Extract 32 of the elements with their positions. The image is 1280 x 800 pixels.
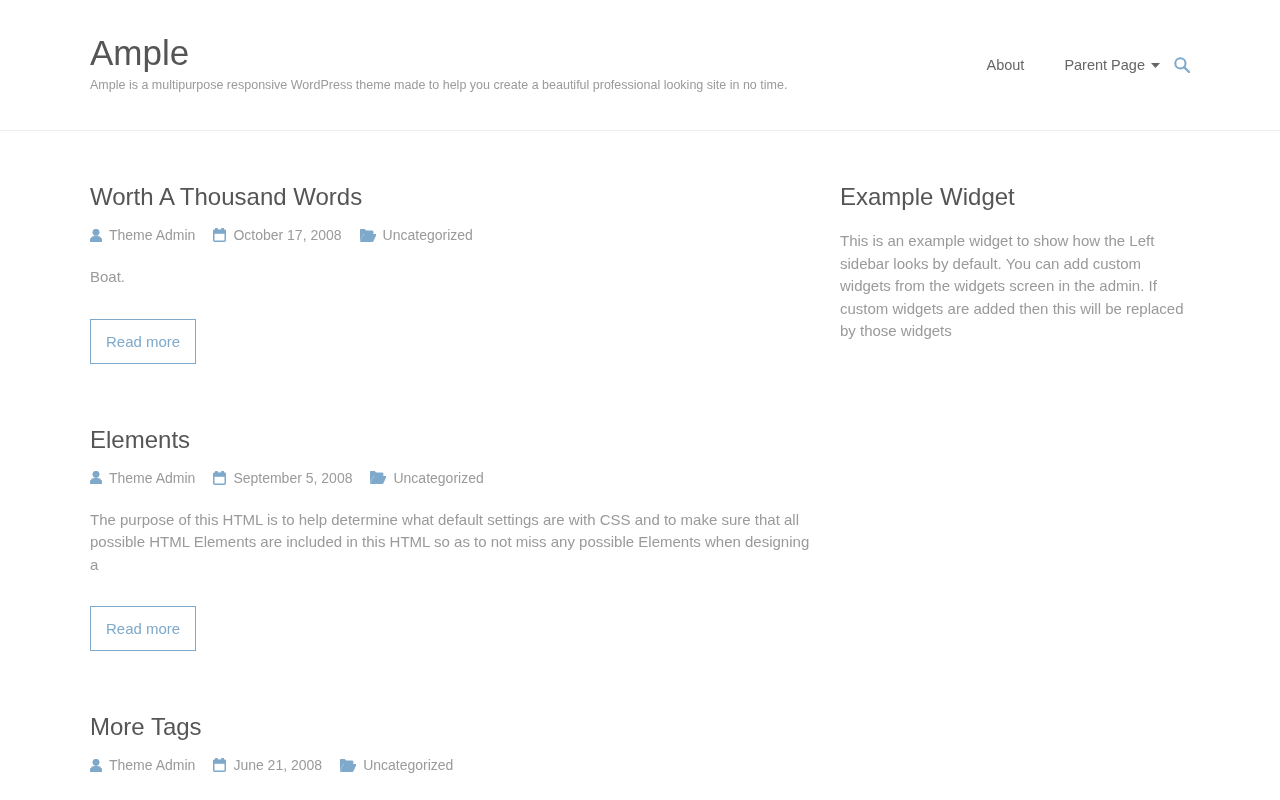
read-more-button[interactable]: Read more bbox=[90, 318, 197, 364]
post-date[interactable]: June 21, 2008 bbox=[233, 755, 323, 775]
author-icon bbox=[90, 471, 102, 484]
site-title[interactable]: Ample bbox=[90, 32, 190, 74]
post-date[interactable]: October 17, 2008 bbox=[233, 225, 342, 245]
folder-icon bbox=[370, 471, 387, 484]
calendar-icon bbox=[213, 470, 227, 485]
post-author[interactable]: Theme Admin bbox=[109, 467, 196, 488]
post-category[interactable]: Uncategorized bbox=[363, 755, 454, 775]
post-date[interactable]: September 5, 2008 bbox=[233, 467, 353, 488]
post-excerpt: Boat. bbox=[90, 267, 127, 287]
calendar-icon bbox=[213, 758, 227, 772]
post-excerpt: The purpose of this HTML is to help determine what default settings are with CSS and to make sure that all possible HTML Elements are included in this HTML so as to not miss any possible Elements when designing a bbox=[90, 509, 811, 575]
calendar-icon bbox=[213, 228, 227, 242]
author-icon bbox=[90, 758, 102, 772]
search-button[interactable] bbox=[1174, 57, 1190, 73]
nav-link[interactable]: About bbox=[986, 55, 1025, 75]
nav-link[interactable]: Parent Page bbox=[1064, 55, 1160, 75]
post-title[interactable]: Worth A Thousand Words bbox=[90, 181, 363, 212]
post-category[interactable]: Uncategorized bbox=[393, 467, 484, 488]
read-more-button[interactable]: Read more bbox=[90, 606, 197, 651]
post-title[interactable]: More Tags bbox=[90, 711, 202, 742]
post-author[interactable]: Theme Admin bbox=[109, 755, 196, 775]
post-title[interactable]: Elements bbox=[90, 423, 191, 455]
post-author[interactable]: Theme Admin bbox=[109, 225, 196, 245]
post-category[interactable]: Uncategorized bbox=[382, 225, 473, 245]
site-tagline: Ample is a multipurpose responsive WordPress theme made to help you create a beautiful professional looking site in no time. bbox=[90, 77, 788, 94]
widget-text: This is an example widget to show how the Left sidebar looks by default. You can add custom widgets from the widgets screen in the admin. If custom widgets are added then this will be replaced by those widgets bbox=[840, 231, 1185, 341]
folder-icon bbox=[359, 228, 376, 242]
widget-title: Example Widget bbox=[840, 182, 1016, 212]
folder-icon bbox=[340, 758, 357, 772]
author-icon bbox=[90, 228, 102, 242]
